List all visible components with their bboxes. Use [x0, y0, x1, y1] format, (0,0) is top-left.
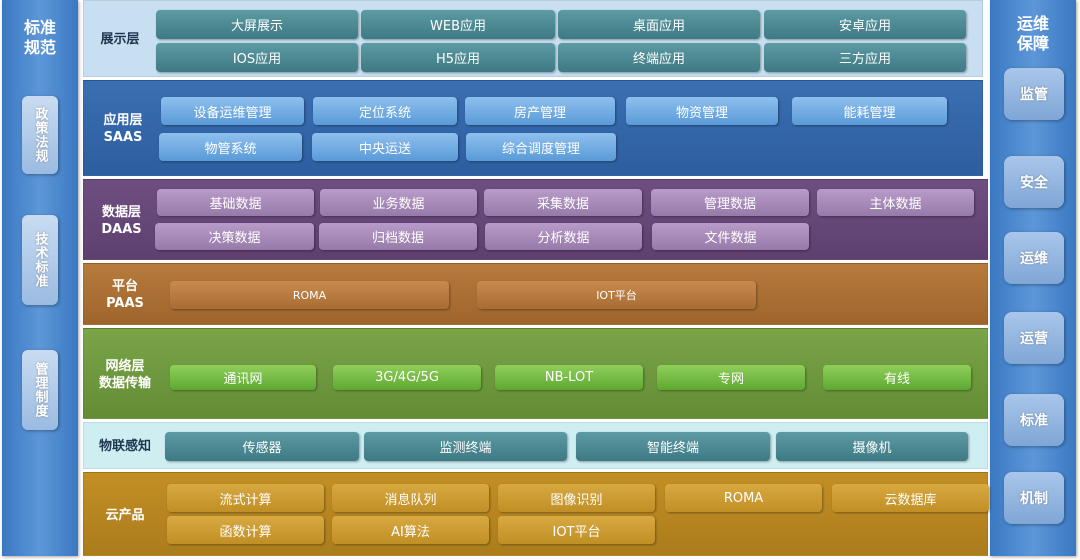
layer-network-label-line-1: 网络层 — [105, 358, 145, 374]
network-item-nblot: NB-LOT — [495, 365, 643, 390]
iot-item-camera: 摄像机 — [776, 432, 968, 461]
layer-daas-label-line-2: DAAS — [101, 221, 142, 237]
network-item-wired: 有线 — [823, 365, 971, 390]
cloud-item-ai: AI算法 — [332, 516, 489, 544]
network-item-mobile: 3G/4G/5G — [333, 365, 481, 390]
display-item-android: 安卓应用 — [764, 10, 966, 39]
right-item-mechanism: 机制 — [1004, 472, 1064, 524]
iot-item-sensor: 传感器 — [165, 432, 359, 461]
layer-saas-label-line-2: SAAS — [103, 130, 143, 145]
layer-network: 网络层 数据传输 通讯网 3G/4G/5G NB-LOT 专网 有线 — [83, 328, 988, 419]
display-item-web: WEB应用 — [361, 10, 555, 39]
daas-item-management: 管理数据 — [651, 189, 809, 216]
daas-item-collection: 采集数据 — [484, 189, 642, 216]
paas-item-iot: IOT平台 — [477, 281, 756, 309]
left-title-line-1: 标准 — [23, 18, 56, 37]
layer-iot-label: 物联感知 — [84, 423, 166, 470]
layer-daas-label: 数据层 DAAS — [84, 180, 159, 261]
cloud-item-image: 图像识别 — [498, 484, 655, 512]
cloud-item-stream: 流式计算 — [167, 484, 324, 512]
left-title-line-2: 规范 — [23, 38, 56, 57]
layer-saas-label: 应用层 SAAS — [84, 81, 162, 177]
paas-item-roma: ROMA — [170, 281, 449, 309]
right-title-line-2: 保障 — [1016, 34, 1049, 53]
cloud-item-iot: IOT平台 — [498, 516, 655, 544]
network-item-comm: 通讯网 — [170, 365, 316, 390]
display-item-h5: H5应用 — [361, 43, 555, 72]
saas-item-property: 房产管理 — [465, 97, 615, 125]
layer-iot-label-line: 物联感知 — [98, 439, 151, 454]
saas-item-central-transport: 中央运送 — [312, 133, 458, 161]
left-sidebar-title: 标准 规范 — [2, 18, 78, 58]
right-sidebar-title: 运维 保障 — [990, 14, 1076, 54]
layer-network-label: 网络层 数据传输 — [84, 329, 166, 420]
saas-item-positioning: 定位系统 — [313, 97, 457, 125]
left-item-policy: 政策法规 — [22, 96, 58, 174]
daas-item-analysis: 分析数据 — [485, 223, 642, 250]
daas-item-file: 文件数据 — [652, 223, 809, 250]
layer-iot: 物联感知 传感器 监测终端 智能终端 摄像机 — [83, 422, 988, 469]
layer-saas-label-line-1: 应用层 — [103, 113, 143, 128]
layer-paas: 平台 PAAS ROMA IOT平台 — [83, 263, 988, 325]
saas-item-device-ops: 设备运维管理 — [161, 97, 304, 125]
iot-item-smart-terminal: 智能终端 — [576, 432, 770, 461]
cloud-item-clouddb: 云数据库 — [832, 484, 989, 512]
cloud-item-function: 函数计算 — [167, 516, 324, 544]
daas-item-business: 业务数据 — [320, 189, 477, 216]
display-item-bigscreen: 大屏展示 — [156, 10, 358, 39]
right-item-operation: 运营 — [1004, 312, 1064, 364]
saas-item-energy: 能耗管理 — [792, 97, 947, 125]
layer-display: 展示层 大屏展示 WEB应用 桌面应用 安卓应用 IOS应用 H5应用 终端应用… — [83, 0, 983, 77]
iot-item-monitor: 监测终端 — [364, 432, 567, 461]
layer-daas: 数据层 DAAS 基础数据 业务数据 采集数据 管理数据 主体数据 决策数据 归… — [83, 179, 988, 260]
display-item-thirdparty: 三方应用 — [764, 43, 966, 72]
layer-cloud-label: 云产品 — [84, 473, 166, 557]
display-item-ios: IOS应用 — [156, 43, 358, 72]
layer-paas-label-line-1: 平台 — [111, 279, 138, 294]
network-item-private: 专网 — [657, 365, 805, 390]
cloud-item-roma: ROMA — [665, 484, 822, 512]
display-item-terminal: 终端应用 — [558, 43, 760, 72]
display-item-desktop: 桌面应用 — [558, 10, 760, 39]
layer-paas-label-line-2: PAAS — [106, 296, 144, 311]
saas-item-property-mgmt: 物管系统 — [159, 133, 302, 161]
daas-item-archive: 归档数据 — [319, 223, 477, 250]
daas-item-basic: 基础数据 — [157, 189, 314, 216]
left-item-tech-standard: 技术标准 — [22, 215, 58, 305]
cloud-item-mq: 消息队列 — [332, 484, 489, 512]
right-item-security: 安全 — [1004, 156, 1064, 208]
right-sidebar: 运维 保障 监管 安全 运维 运营 标准 机制 — [990, 0, 1076, 556]
saas-item-materials: 物资管理 — [626, 97, 778, 125]
layer-daas-label-line-1: 数据层 — [101, 204, 141, 220]
right-item-standard: 标准 — [1004, 394, 1064, 446]
layer-display-label-line: 展示层 — [100, 32, 140, 47]
layer-cloud: 云产品 流式计算 消息队列 图像识别 ROMA 云数据库 函数计算 AI算法 I… — [83, 472, 989, 557]
saas-item-dispatch: 综合调度管理 — [466, 133, 616, 161]
right-item-supervision: 监管 — [1004, 68, 1064, 120]
layer-saas: 应用层 SAAS 设备运维管理 定位系统 房产管理 物资管理 能耗管理 物管系统… — [83, 80, 983, 176]
left-sidebar: 标准 规范 政策法规 技术标准 管理制度 — [2, 0, 78, 556]
layer-cloud-label-line: 云产品 — [105, 507, 145, 523]
daas-item-subject: 主体数据 — [817, 189, 974, 216]
right-title-line-1: 运维 — [1016, 14, 1049, 33]
layer-network-label-line-2: 数据传输 — [98, 375, 151, 391]
layer-display-label: 展示层 — [84, 1, 156, 78]
daas-item-decision: 决策数据 — [155, 223, 314, 250]
right-item-ops: 运维 — [1004, 232, 1064, 284]
left-item-management: 管理制度 — [22, 350, 58, 430]
layer-paas-label: 平台 PAAS — [84, 264, 166, 326]
